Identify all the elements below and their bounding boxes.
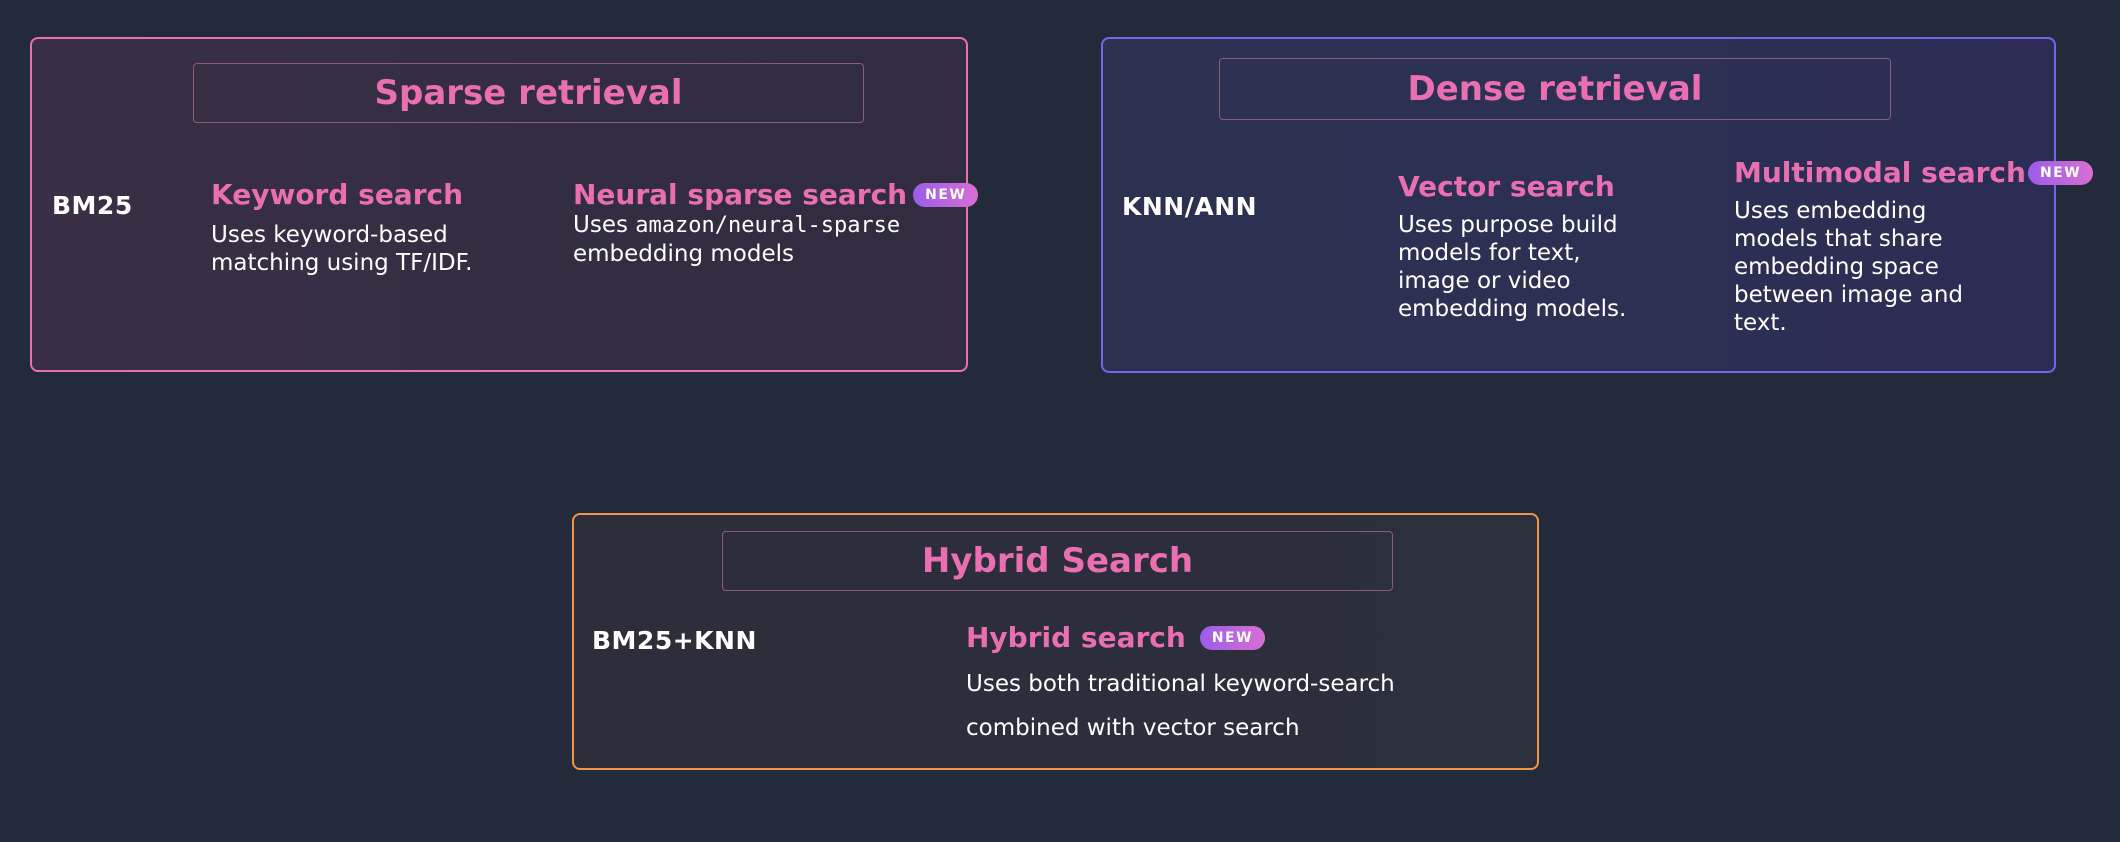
neural-sparse-search-title: Neural sparse search NEW [573,178,979,211]
keyword-search-title-text: Keyword search [211,178,464,211]
hybrid-desc-line-1: Uses both traditional keyword-search [966,671,1395,697]
sparse-method-label: BM25 [52,191,133,220]
multimodal-search-description: Uses embedding models that share embeddi… [1734,198,1963,336]
new-badge: NEW [913,182,979,207]
vector-search-title: Vector search [1398,170,1615,203]
hybrid-search-title: Hybrid Search [722,531,1393,591]
neural-sparse-model-code: amazon/neural-sparse [635,213,901,238]
hybrid-search-panel: Hybrid Search BM25+KNN Hybrid search NEW… [572,513,1539,770]
hybrid-search-item-title: Hybrid search NEW [966,621,1266,654]
hybrid-search-description: Uses both traditional keyword-search com… [966,662,1446,750]
sparse-retrieval-panel: Sparse retrieval BM25 Keyword search Use… [30,37,979,372]
hybrid-method-label: BM25+KNN [592,626,757,655]
keyword-search-title: Keyword search [211,178,463,211]
hybrid-search-item-title-text: Hybrid search [966,621,1186,654]
new-badge: NEW [1199,625,1266,650]
keyword-search-description: Uses keyword-based matching using TF/IDF… [211,222,473,276]
dense-retrieval-panel: Dense retrieval KNN/ANN Vector search Us… [1101,37,2094,373]
hybrid-desc-line-2: combined with vector search [966,715,1300,741]
multimodal-search-title: Multimodal search NEW [1734,156,2094,189]
neural-sparse-search-description: Uses amazon/neural-sparse embedding mode… [573,211,903,268]
multimodal-search-title-text: Multimodal search [1734,156,2026,189]
neural-sparse-search-title-text: Neural sparse search [573,178,908,211]
neural-sparse-desc-prefix: Uses [573,212,628,238]
vector-search-title-text: Vector search [1398,170,1615,203]
dense-retrieval-title: Dense retrieval [1219,58,1891,120]
neural-sparse-desc-suffix: embedding models [573,241,794,267]
sparse-retrieval-title: Sparse retrieval [193,63,864,123]
dense-method-label: KNN/ANN [1122,192,1258,221]
new-badge: NEW [2027,160,2094,185]
vector-search-description: Uses purpose build models for text, imag… [1398,212,1627,322]
